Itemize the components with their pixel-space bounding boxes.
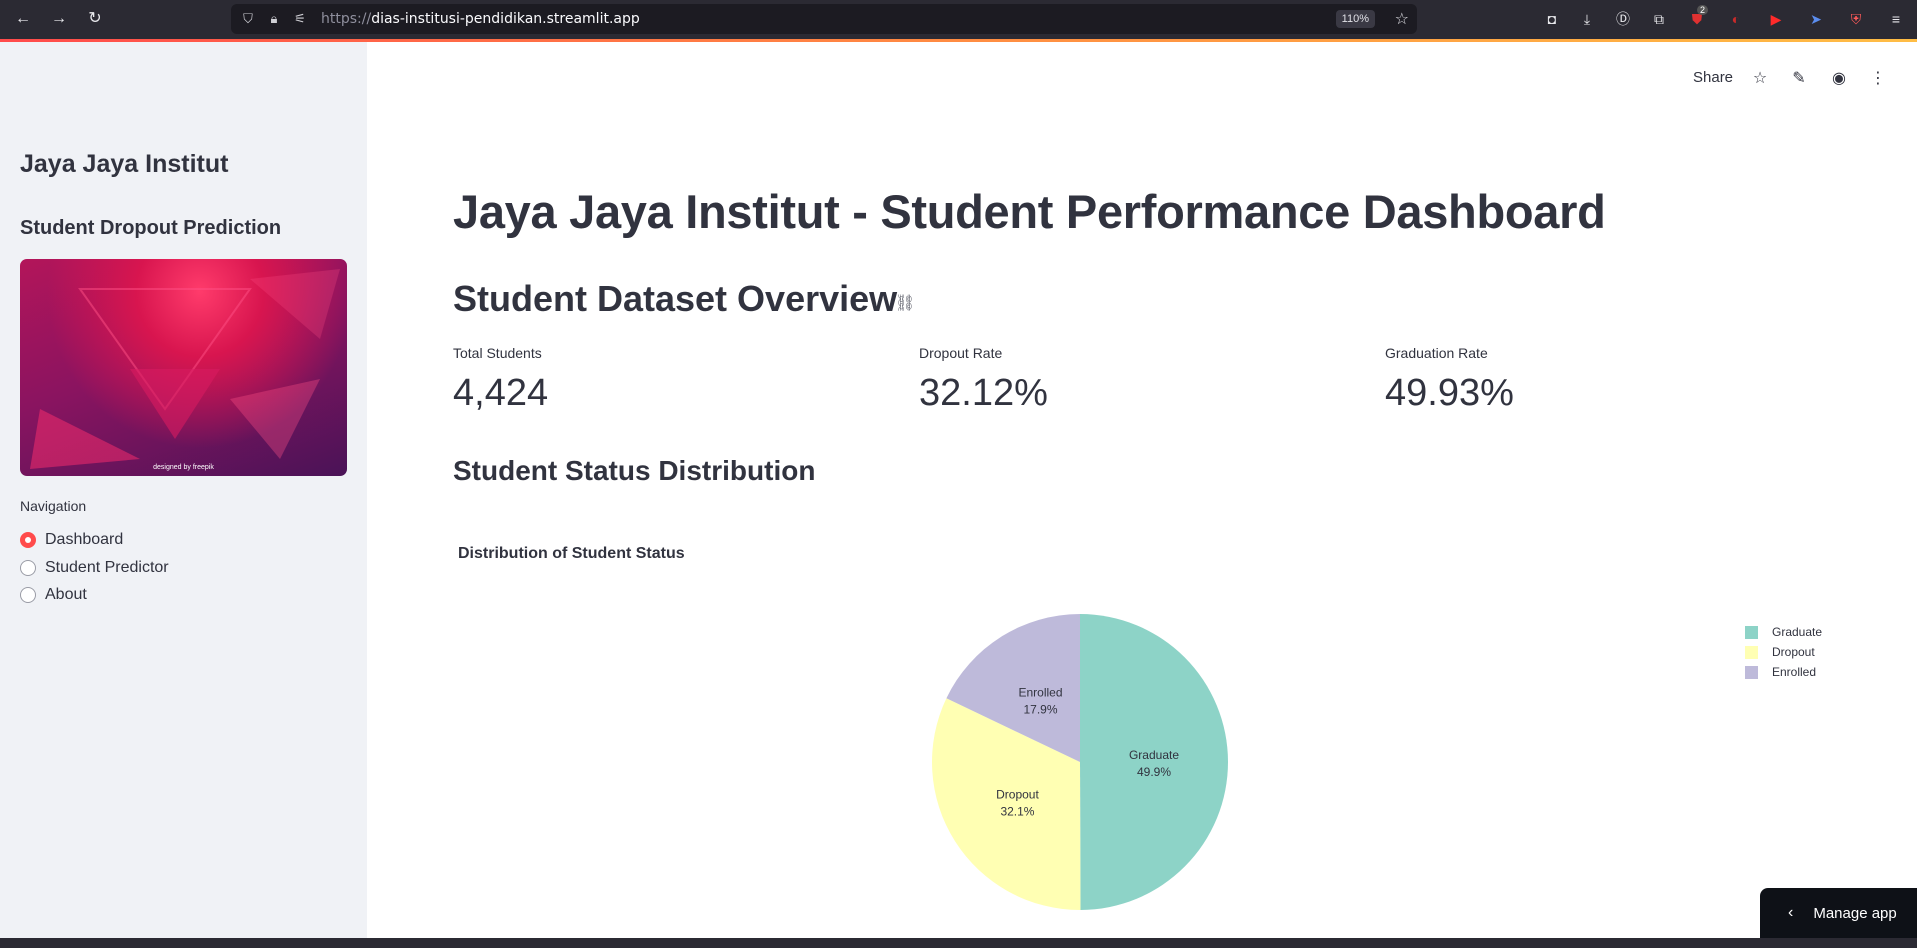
nav-option-dashboard[interactable]: Dashboard — [20, 528, 123, 552]
slice-label-graduate: Graduate — [1129, 748, 1179, 762]
anchor-link-icon[interactable]: ⛓ — [895, 293, 915, 313]
forward-icon[interactable]: → — [48, 8, 70, 30]
edit-pencil-icon[interactable]: ✎ — [1788, 68, 1810, 90]
chart-legend[interactable]: Graduate Dropout Enrolled — [1745, 622, 1822, 682]
legend-swatch — [1745, 645, 1758, 659]
legend-item-graduate[interactable]: Graduate — [1745, 622, 1822, 642]
url-text[interactable]: https://dias-institusi-pendidikan.stream… — [321, 10, 640, 28]
sidebar-banner-image: designed by freepik — [20, 259, 347, 476]
slice-label-enrolled: Enrolled — [1018, 685, 1062, 699]
sidebar: Jaya Jaya Institut Student Dropout Predi… — [0, 42, 367, 938]
bookmark-star-icon[interactable]: ☆ — [1395, 9, 1409, 29]
chart-title: Distribution of Student Status — [458, 545, 685, 562]
taskbar — [0, 938, 1917, 948]
account-icon[interactable]: Ⓓ — [1612, 8, 1634, 30]
reload-icon[interactable]: ↻ — [84, 8, 106, 30]
image-credit: designed by freepik — [153, 464, 214, 471]
sidebar-subtitle: Student Dropout Prediction — [20, 217, 282, 239]
legend-swatch — [1745, 625, 1758, 639]
lock-icon[interactable]: 🔒︎ — [265, 10, 283, 28]
legend-label: Graduate — [1772, 625, 1823, 639]
cursor-icon[interactable]: ➤ — [1805, 8, 1827, 30]
extensions-icon[interactable]: ⧉ — [1648, 8, 1670, 30]
github-icon[interactable]: ◉ — [1828, 68, 1850, 90]
extension-badge: 2 — [1697, 5, 1709, 15]
radio-selected-icon[interactable] — [20, 532, 36, 548]
pie-chart[interactable]: Graduate 49.9% Dropout 32.1% Enrolled 17.9% — [900, 590, 1260, 940]
slice-percent-enrolled: 17.9% — [1023, 702, 1057, 716]
legend-swatch — [1745, 665, 1758, 679]
pocket-icon[interactable]: ◘ — [1541, 8, 1563, 30]
shield-icon[interactable]: ⛉ — [239, 10, 257, 28]
share-button[interactable]: Share — [1693, 69, 1733, 86]
star-icon[interactable]: ☆ — [1749, 68, 1771, 90]
sidebar-title: Jaya Jaya Institut — [20, 150, 229, 178]
radio-unselected-icon[interactable] — [20, 560, 36, 576]
slice-percent-dropout: 32.1% — [1000, 805, 1034, 819]
legend-label: Dropout — [1772, 645, 1815, 659]
zoom-level[interactable]: 110% — [1335, 10, 1375, 28]
metric-graduation-rate: Graduation Rate 49.93% — [1385, 345, 1514, 414]
navigation-label: Navigation — [20, 498, 87, 514]
page-title: Jaya Jaya Institut - Student Performance… — [453, 185, 1606, 238]
url-bar[interactable]: ⛉ 🔒︎ ⚟ https://dias-institusi-pendidikan… — [231, 4, 1417, 34]
permissions-icon[interactable]: ⚟ — [291, 10, 309, 28]
overview-heading: Student Dataset Overview — [453, 278, 898, 319]
download-icon[interactable]: ⤓ — [1576, 8, 1598, 30]
shield-addon-icon[interactable]: ⛨ — [1845, 8, 1867, 30]
chevron-left-icon: ‹ — [1788, 904, 1794, 921]
manage-app-button[interactable]: ‹ Manage app — [1760, 888, 1917, 938]
browser-toolbar: ← → ↻ ⛉ 🔒︎ ⚟ https://dias-institusi-pend… — [0, 0, 1917, 39]
legend-item-dropout[interactable]: Dropout — [1745, 642, 1822, 662]
radio-unselected-icon[interactable] — [20, 587, 36, 603]
slice-percent-graduate: 49.9% — [1137, 765, 1171, 779]
metric-total-students: Total Students 4,424 — [453, 345, 549, 414]
menu-icon[interactable]: ≡ — [1885, 8, 1907, 30]
legend-item-enrolled[interactable]: Enrolled — [1745, 662, 1822, 682]
addon-icon[interactable]: ◐ — [1725, 8, 1747, 30]
legend-label: Enrolled — [1772, 665, 1817, 679]
slice-label-dropout: Dropout — [996, 788, 1039, 802]
back-icon[interactable]: ← — [12, 8, 34, 30]
nav-option-about[interactable]: About — [20, 583, 87, 607]
more-options-icon[interactable]: ⋮ — [1867, 68, 1889, 90]
nav-option-student-predictor[interactable]: Student Predictor — [20, 556, 169, 580]
youtube-icon[interactable]: ▶ — [1765, 8, 1787, 30]
metric-dropout-rate: Dropout Rate 32.12% — [919, 345, 1048, 414]
distribution-heading: Student Status Distribution — [453, 455, 816, 486]
pie-slice-graduate[interactable] — [1080, 614, 1228, 910]
